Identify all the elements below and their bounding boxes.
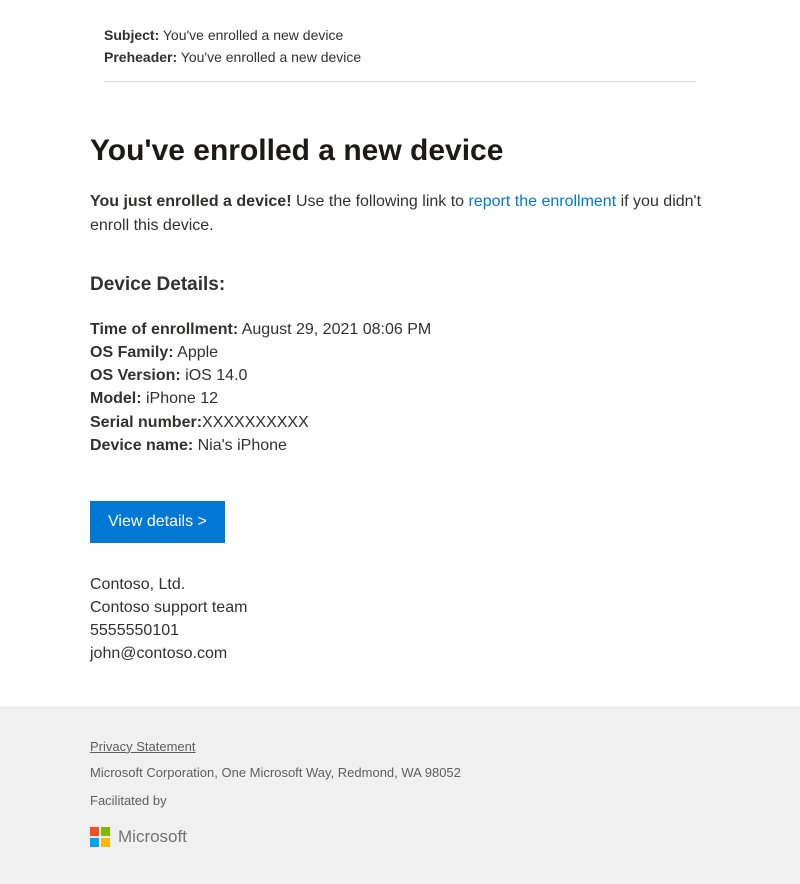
preheader-row: Preheader: You've enrolled a new device: [104, 46, 696, 68]
footer-address: Microsoft Corporation, One Microsoft Way…: [90, 760, 710, 786]
facilitated-label: Facilitated by: [90, 788, 710, 814]
view-details-button[interactable]: View details >: [90, 501, 225, 543]
detail-value: XXXXXXXXXX: [202, 414, 309, 431]
intro-bold: You just enrolled a device!: [90, 193, 292, 210]
detail-label: Time of enrollment:: [90, 321, 238, 338]
detail-value: August 29, 2021 08:06 PM: [238, 321, 431, 338]
device-details-list: Time of enrollment: August 29, 2021 08:0…: [90, 318, 710, 457]
email-body: You've enrolled a new device You just en…: [0, 94, 800, 706]
microsoft-brand-text: Microsoft: [118, 820, 187, 854]
detail-row: OS Family: Apple: [90, 341, 710, 364]
contact-team: Contoso support team: [90, 596, 710, 619]
detail-row: Model: iPhone 12: [90, 387, 710, 410]
page-title: You've enrolled a new device: [90, 134, 710, 168]
detail-label: OS Version:: [90, 367, 181, 384]
contact-phone: 5555550101: [90, 619, 710, 642]
report-enrollment-link[interactable]: report the enrollment: [469, 193, 617, 210]
microsoft-brand: Microsoft: [90, 820, 710, 854]
subject-value: You've enrolled a new device: [163, 27, 343, 43]
detail-label: Device name:: [90, 437, 193, 454]
detail-row: OS Version: iOS 14.0: [90, 364, 710, 387]
contact-email: john@contoso.com: [90, 642, 710, 665]
detail-value: Apple: [174, 344, 218, 361]
preheader-label: Preheader:: [104, 49, 177, 65]
footer: Privacy Statement Microsoft Corporation,…: [0, 706, 800, 884]
privacy-link[interactable]: Privacy Statement: [90, 739, 196, 754]
detail-value: iPhone 12: [142, 390, 219, 407]
divider: [104, 81, 696, 82]
detail-row: Serial number:XXXXXXXXXX: [90, 411, 710, 434]
device-details-heading: Device Details:: [90, 274, 710, 296]
detail-label: Serial number:: [90, 414, 202, 431]
email-meta: Subject: You've enrolled a new device Pr…: [0, 0, 800, 94]
subject-row: Subject: You've enrolled a new device: [104, 24, 696, 46]
detail-value: Nia's iPhone: [193, 437, 287, 454]
detail-label: Model:: [90, 390, 142, 407]
detail-row: Time of enrollment: August 29, 2021 08:0…: [90, 318, 710, 341]
detail-value: iOS 14.0: [181, 367, 248, 384]
detail-row: Device name: Nia's iPhone: [90, 434, 710, 457]
contact-company: Contoso, Ltd.: [90, 573, 710, 596]
detail-label: OS Family:: [90, 344, 174, 361]
intro-paragraph: You just enrolled a device! Use the foll…: [90, 190, 710, 238]
intro-before-link: Use the following link to: [292, 193, 469, 210]
subject-label: Subject:: [104, 27, 159, 43]
preheader-value: You've enrolled a new device: [181, 49, 361, 65]
contact-block: Contoso, Ltd. Contoso support team 55555…: [90, 573, 710, 666]
microsoft-logo-icon: [90, 827, 110, 847]
